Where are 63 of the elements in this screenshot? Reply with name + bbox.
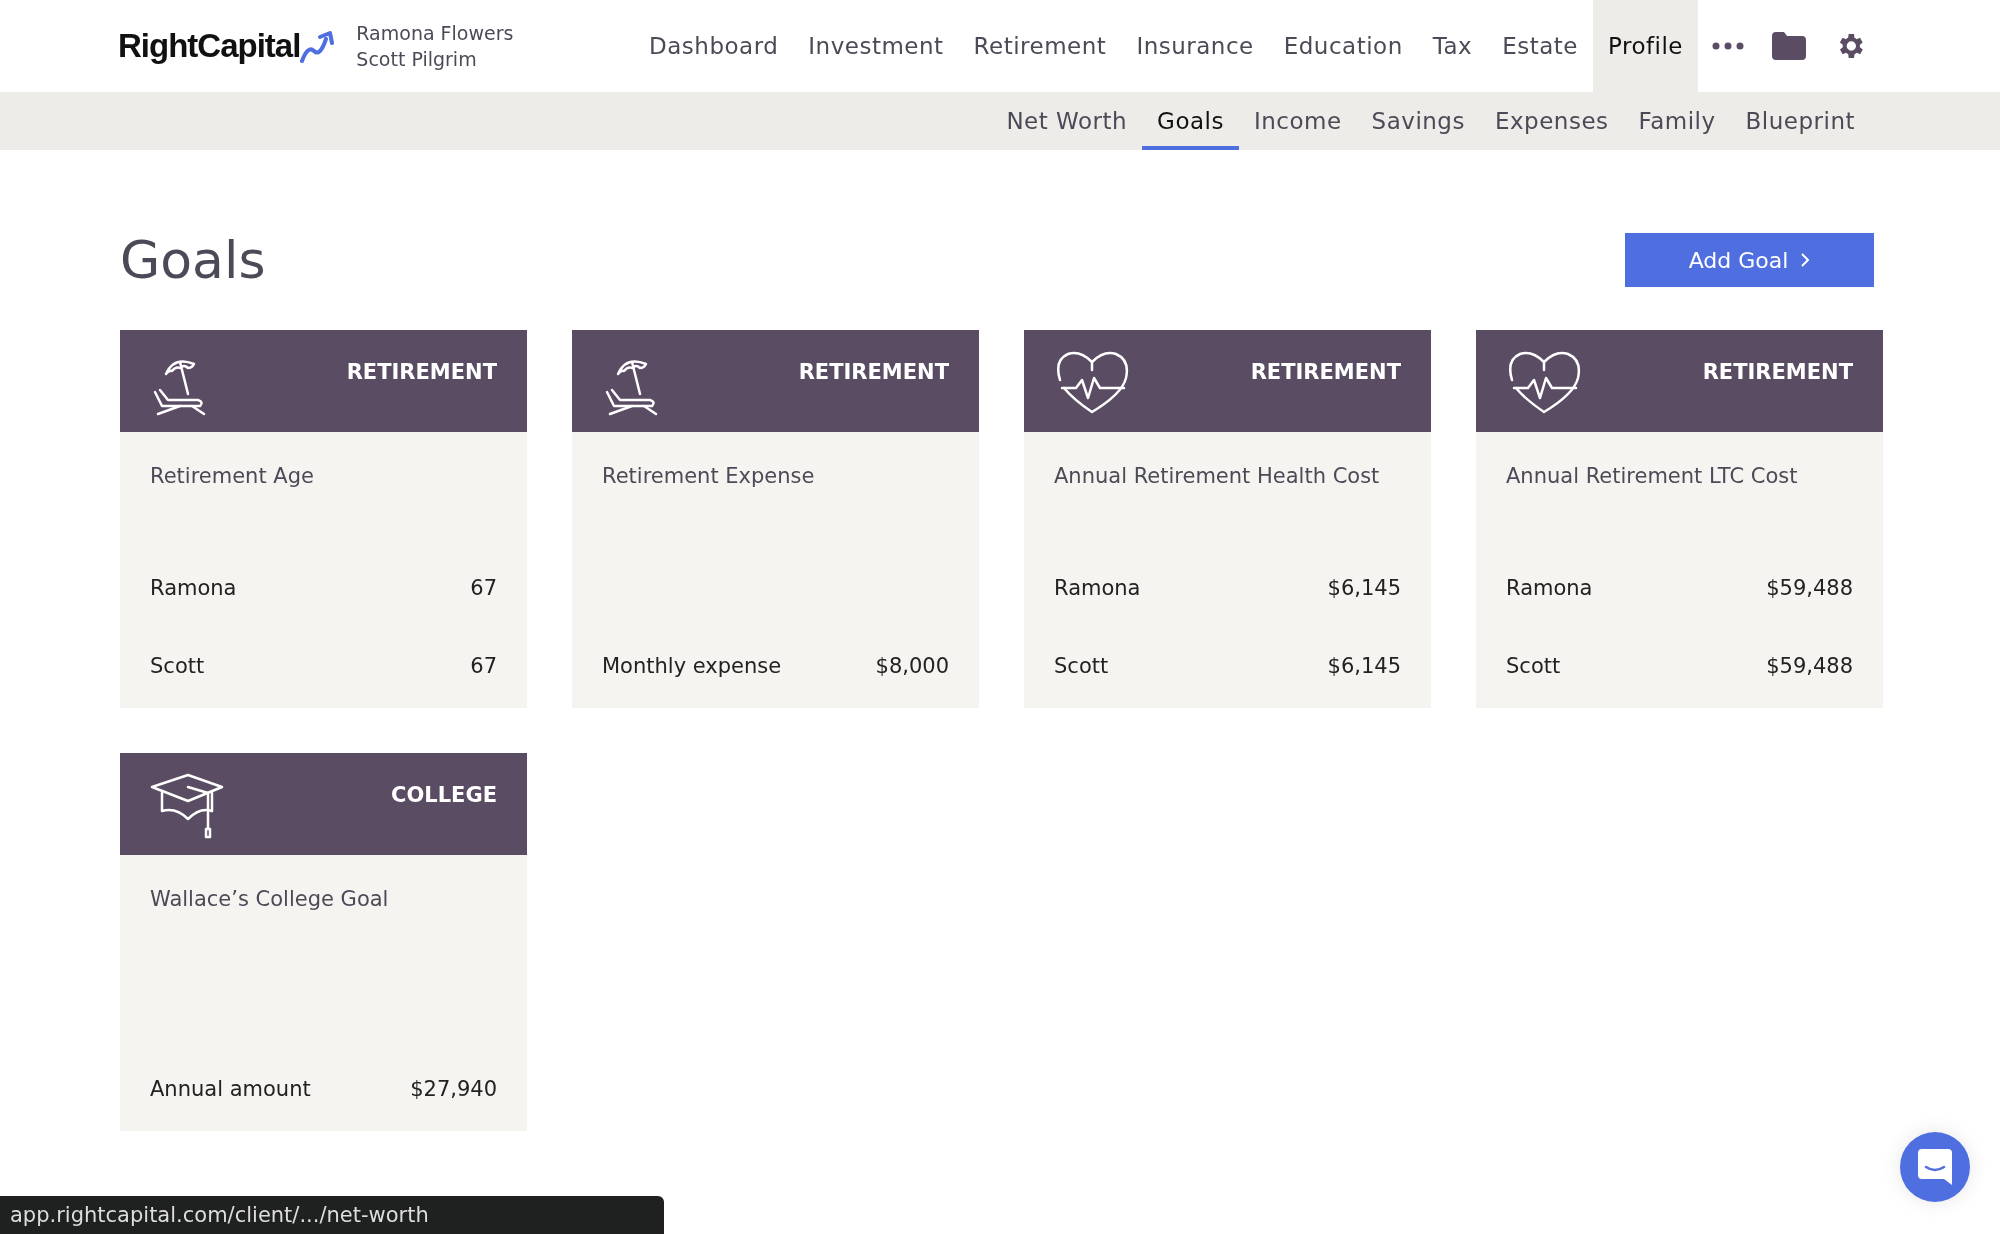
client-name: Scott Pilgrim — [356, 48, 478, 70]
row-value: $27,940 — [410, 1077, 497, 1101]
row-value: 67 — [470, 654, 497, 678]
row-label: Scott — [1054, 654, 1109, 678]
card-header[interactable]: RETIREMENT — [572, 330, 979, 432]
card-header[interactable]: COLLEGE — [120, 753, 527, 855]
sub-nav-tab[interactable]: Savings — [1356, 92, 1480, 150]
chat-bubble-icon — [1918, 1149, 1952, 1185]
goal-title: Annual Retirement Health Cost — [1054, 464, 1381, 488]
card-body[interactable]: Retirement Age Ramona 67 Scott 67 — [120, 432, 527, 708]
sub-nav-tab[interactable]: Family — [1623, 92, 1731, 150]
row-label: Ramona — [1054, 576, 1141, 600]
sub-nav-tab[interactable]: Goals — [1142, 92, 1239, 150]
goal-category: RETIREMENT — [1250, 360, 1401, 384]
goal-title: Annual Retirement LTC Cost — [1506, 464, 1799, 488]
nav-tab[interactable]: Education — [1268, 0, 1418, 92]
rising-arrow-icon — [300, 29, 337, 63]
row-value: $8,000 — [875, 654, 949, 678]
goal-category: RETIREMENT — [1702, 360, 1853, 384]
nav-tab[interactable]: Tax — [1417, 0, 1488, 92]
nav-tab[interactable]: Profile — [1593, 0, 1698, 92]
row-label: Scott — [150, 654, 205, 678]
row-label: Ramona — [150, 576, 237, 600]
client-name: Ramona Flowers — [356, 22, 514, 44]
row-value: $6,145 — [1327, 654, 1401, 678]
brand-logo[interactable]: RightCapital — [118, 27, 301, 65]
goal-category: RETIREMENT — [798, 360, 949, 384]
nav-tab[interactable]: Dashboard — [634, 0, 794, 92]
card-body[interactable]: Retirement Expense Monthly expense $8,000 — [572, 432, 979, 708]
card-body[interactable]: Annual Retirement Health Cost Ramona $6,145 Scott $6,145 — [1024, 432, 1431, 708]
card-header[interactable]: RETIREMENT — [1024, 330, 1431, 432]
nav-tab[interactable]: Investment — [793, 0, 959, 92]
row-value: $6,145 — [1327, 576, 1401, 600]
page-title: Goals — [120, 230, 266, 290]
heart-pulse-icon — [1506, 350, 1582, 414]
nav-tab[interactable]: Insurance — [1121, 0, 1269, 92]
row-value: 67 — [470, 576, 497, 600]
add-goal-button[interactable]: Add Goal — [1625, 233, 1874, 287]
nav-tab[interactable]: Retirement — [958, 0, 1122, 92]
sub-nav-tab[interactable]: Blueprint — [1730, 92, 1870, 150]
card-body[interactable]: Annual Retirement LTC Cost Ramona $59,488 Scott $59,488 — [1476, 432, 1883, 708]
sub-nav-tab[interactable]: Income — [1238, 92, 1357, 150]
row-label: Ramona — [1506, 576, 1593, 600]
card-header[interactable]: RETIREMENT — [120, 330, 527, 432]
goal-category: RETIREMENT — [346, 360, 497, 384]
graduation-cap-icon — [150, 773, 226, 839]
row-value: $59,488 — [1766, 654, 1853, 678]
row-value: $59,488 — [1766, 576, 1853, 600]
heart-pulse-icon — [1054, 350, 1130, 414]
row-label: Monthly expense — [602, 654, 782, 678]
chevron-right-icon — [1800, 252, 1811, 268]
sub-nav-tab[interactable]: Expenses — [1479, 92, 1624, 150]
nav-tab[interactable]: Estate — [1487, 0, 1593, 92]
row-label: Scott — [1506, 654, 1561, 678]
goal-title: Retirement Expense — [602, 464, 816, 488]
sub-nav-tab[interactable]: Net Worth — [991, 92, 1143, 150]
goal-category: COLLEGE — [391, 783, 497, 807]
row-label: Annual amount — [150, 1077, 311, 1101]
link-url: app.rightcapital.com/client/.../net-worth — [10, 1203, 429, 1227]
goal-title: Retirement Age — [150, 464, 315, 488]
card-header[interactable]: RETIREMENT — [1476, 330, 1883, 432]
card-body[interactable]: Wallace’s College Goal Annual amount $27,940 — [120, 855, 527, 1131]
goal-title: Wallace’s College Goal — [150, 887, 390, 911]
